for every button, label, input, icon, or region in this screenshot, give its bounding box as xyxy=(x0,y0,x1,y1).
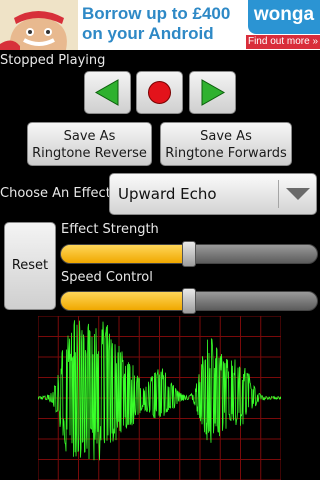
save-reverse-line1: Save As xyxy=(63,129,116,144)
effect-strength-label: Effect Strength xyxy=(61,222,159,237)
ad-headline-line1: Borrow up to £400 xyxy=(82,4,231,23)
ad-brand-logo: wonga xyxy=(248,0,320,34)
reset-button[interactable]: Reset xyxy=(4,222,56,310)
ad-cta-link[interactable]: Find out more » xyxy=(246,35,320,49)
play-button[interactable] xyxy=(189,71,236,114)
play-arrow-icon xyxy=(201,79,226,106)
speed-control-fill xyxy=(61,292,190,310)
save-ringtone-reverse-button[interactable]: Save As Ringtone Reverse xyxy=(27,122,152,166)
record-icon xyxy=(148,81,171,104)
app-screen: Borrow up to £400 on your Android wonga … xyxy=(0,0,320,480)
back-arrow-icon xyxy=(94,79,119,106)
effect-strength-thumb[interactable] xyxy=(182,241,196,267)
speed-control-thumb[interactable] xyxy=(182,288,196,314)
ad-headline-line2: on your Android xyxy=(82,24,214,43)
save-ringtone-forwards-button[interactable]: Save As Ringtone Forwards xyxy=(160,122,292,166)
save-forwards-line1: Save As xyxy=(200,129,252,144)
speed-control-label: Speed Control xyxy=(61,270,153,285)
playback-status: Stopped Playing xyxy=(0,53,106,68)
chevron-down-icon xyxy=(286,188,310,200)
ad-mascot-image xyxy=(0,0,78,50)
waveform-graph xyxy=(37,315,282,480)
save-reverse-line2: Ringtone Reverse xyxy=(32,146,147,161)
dropdown-divider xyxy=(278,180,279,208)
save-forwards-line2: Ringtone Forwards xyxy=(165,146,287,161)
waveform-display xyxy=(37,315,282,480)
effect-strength-fill xyxy=(61,245,190,263)
record-button[interactable] xyxy=(136,71,183,114)
ad-headline: Borrow up to £400 on your Android xyxy=(82,4,252,44)
effect-dropdown[interactable]: Upward Echo xyxy=(109,173,317,215)
choose-effect-label: Choose An Effect xyxy=(0,186,111,201)
rewind-button[interactable] xyxy=(84,71,131,114)
ad-banner[interactable]: Borrow up to £400 on your Android wonga … xyxy=(0,0,320,50)
effect-selected-value: Upward Echo xyxy=(118,185,217,203)
